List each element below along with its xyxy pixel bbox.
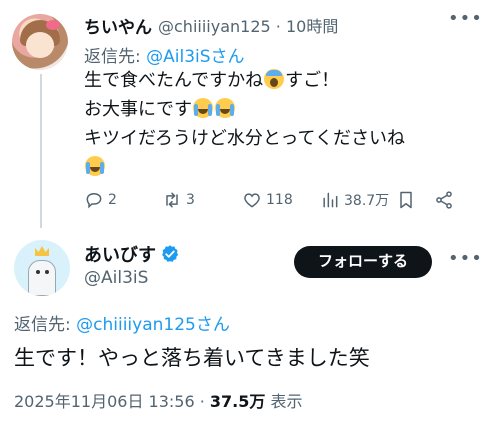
views-button[interactable]: 38.7万 [320,188,389,212]
more-icon[interactable]: ••• [448,250,480,274]
main-mention-link[interactable]: @chiiiiyan125さん [76,315,230,335]
face-screaming-emoji-icon [264,69,285,89]
main-author-name-row[interactable]: あいびす [84,242,180,266]
bookmark-icon [400,191,412,209]
like-button[interactable]: 118 [242,188,293,212]
repost-icon [166,192,178,208]
share-icon [436,191,452,209]
reply-replying-to: 返信先: @Ail3iSさん [84,47,245,67]
loudly-crying-emoji-icon [215,98,235,118]
main-view-count: 37.5万 [209,392,266,411]
more-icon[interactable]: ••• [448,10,480,34]
main-timestamp[interactable]: 2025年11月06日 13:56 [14,392,195,411]
bookmark-button[interactable] [396,188,420,212]
main-tweet-text: 生です！やっと落ち着いてきました笑 [14,346,370,370]
reply-author-handle[interactable]: @chiiiiyan125 · 10時間 [158,13,338,37]
repost-button[interactable]: 3 [162,188,195,212]
reply-mention-link[interactable]: @Ail3iSさん [146,47,244,67]
reply-icon [86,192,102,209]
reply-action-bar: 2 3 118 38.7万 [84,188,464,212]
main-tweet: あいびす @Ail3iS フォローする ••• 返信先: @chiiiiyan1… [0,228,480,428]
reply-button[interactable]: 2 [84,188,117,212]
loudly-crying-emoji-icon [193,98,213,118]
loudly-crying-emoji-icon [85,156,105,176]
main-tweet-meta: 2025年11月06日 13:56 · 37.5万 表示 [14,392,303,411]
views-icon [323,192,338,208]
reply-tweet[interactable]: ちいやん @chiiiiyan125 · 10時間 ••• 返信先: @Ail3… [0,0,480,228]
main-replying-to: 返信先: @chiiiiyan125さん [14,315,230,335]
main-author-handle[interactable]: @Ail3iS [84,268,148,288]
reply-author-avatar[interactable] [12,14,68,70]
reply-author-header: ちいやん @chiiiiyan125 · 10時間 [84,12,338,38]
reply-text: 生で食べたんですかね すご！ お大事にです キツイだろうけど水分とってくださいね [84,66,464,182]
reply-author-name[interactable]: ちいやん [84,13,152,38]
like-icon [244,193,260,208]
main-author-avatar[interactable] [14,240,70,296]
verified-badge-icon [162,245,179,262]
main-author-name[interactable]: あいびす [84,241,156,267]
follow-button[interactable]: フォローする [294,246,432,278]
share-button[interactable] [434,188,458,212]
reply-timestamp[interactable]: 10時間 [286,17,338,36]
